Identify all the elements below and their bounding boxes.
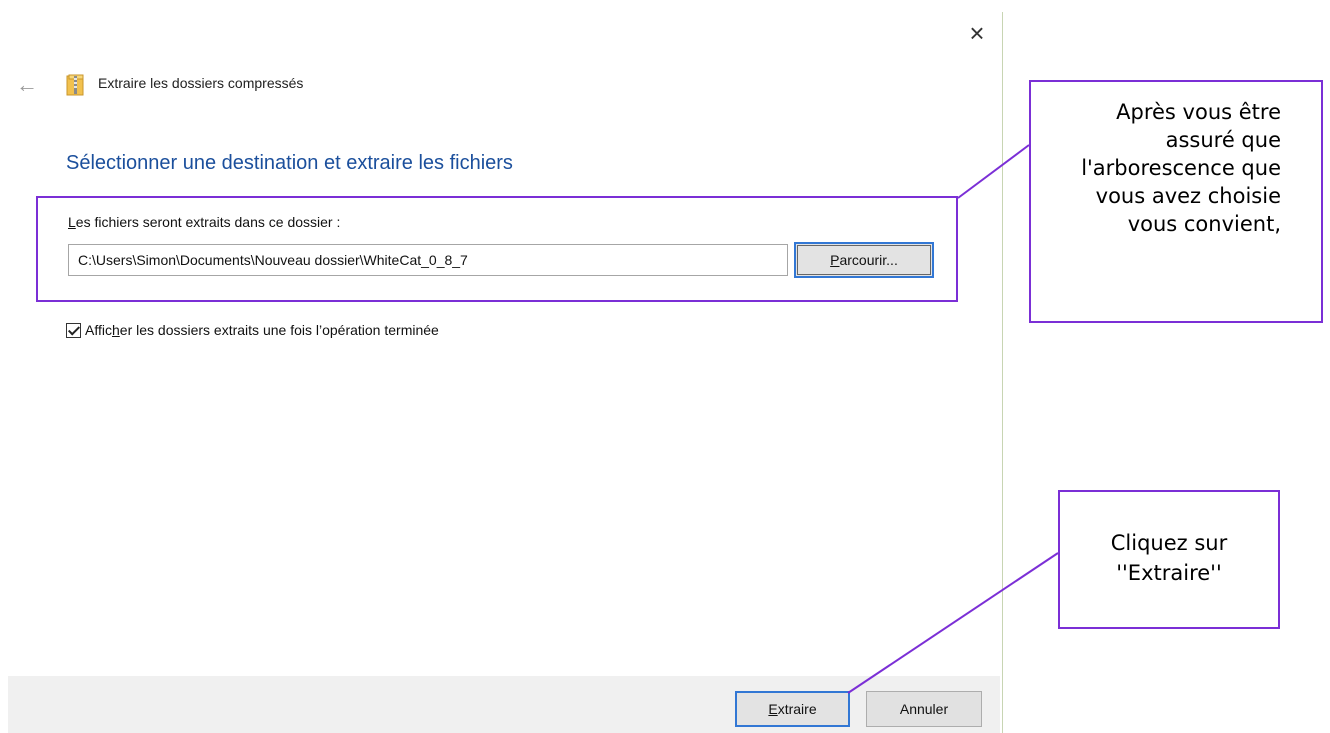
window-title: Extraire les dossiers compressés: [98, 75, 304, 91]
close-icon[interactable]: ×: [962, 18, 992, 48]
show-folders-label-post: er les dossiers extraits une fois l’opér…: [119, 322, 439, 338]
dialog-footer: [8, 676, 1000, 733]
extract-button[interactable]: Extraire: [735, 691, 850, 727]
back-arrow-icon[interactable]: ←: [16, 70, 46, 100]
show-folders-checkbox[interactable]: [66, 322, 81, 338]
show-folders-label-pre: Affic: [85, 322, 112, 338]
annotation-highlight-box: [36, 196, 958, 302]
zip-folder-icon: [66, 74, 84, 96]
extract-button-label: xtraire: [777, 701, 817, 717]
extract-dialog: × ← Extraire les dossiers compressés Sél…: [0, 0, 1000, 733]
show-folders-label[interactable]: Afficher les dossiers extraits une fois …: [85, 322, 439, 338]
divider-line: [1002, 12, 1003, 733]
annotation-callout-top: Après vous être assuré que l'arborescenc…: [1029, 80, 1323, 323]
show-folders-option[interactable]: Afficher les dossiers extraits une fois …: [66, 320, 439, 340]
extract-button-accesskey: E: [768, 701, 778, 717]
cancel-button[interactable]: Annuler: [866, 691, 982, 727]
show-folders-label-accesskey: h: [111, 322, 120, 338]
annotation-callout-bottom: Cliquez sur ''Extraire'': [1058, 490, 1280, 629]
page-heading: Sélectionner une destination et extraire…: [66, 152, 513, 174]
